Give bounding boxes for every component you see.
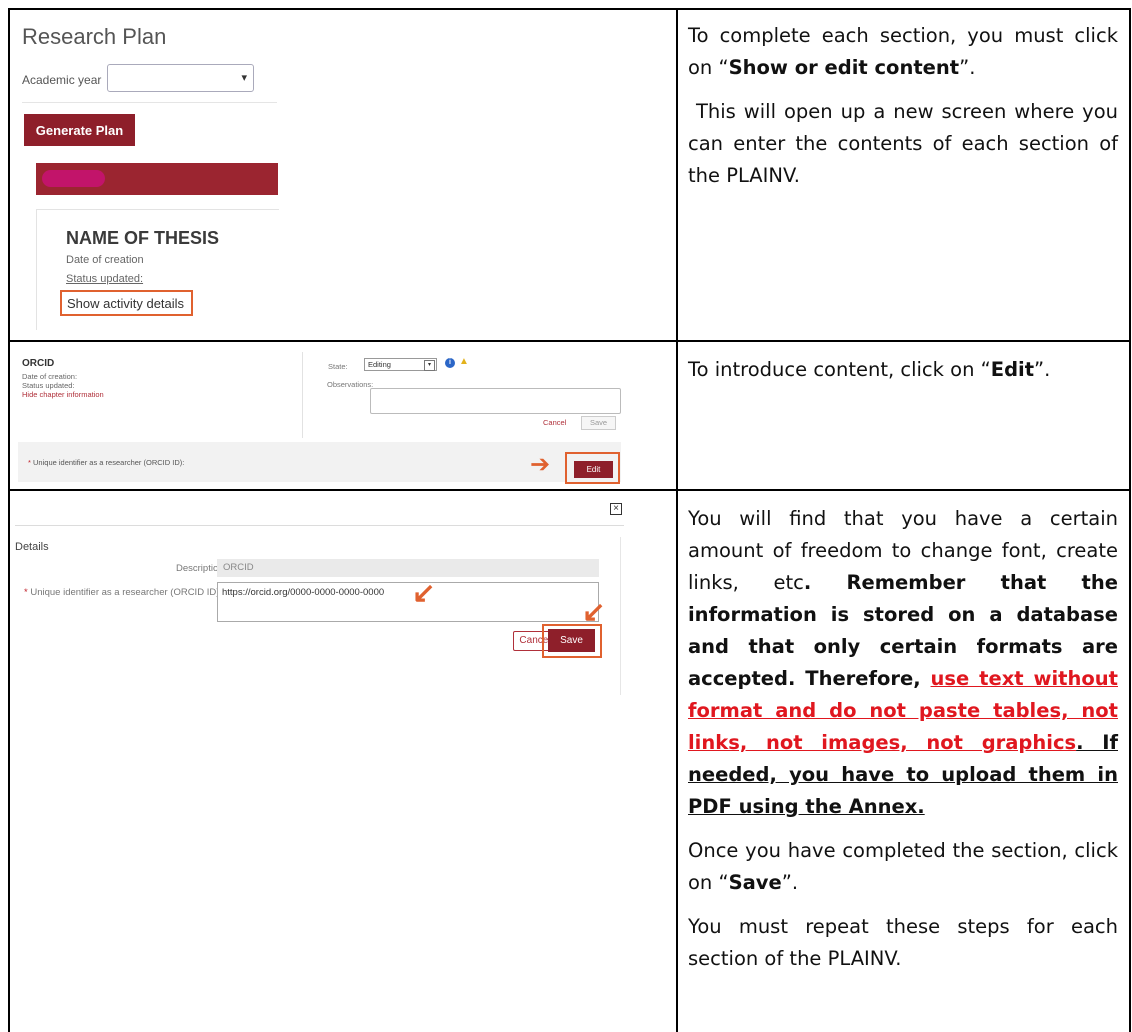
table-row-divider xyxy=(8,489,1131,491)
info-icon[interactable]: i xyxy=(445,358,455,368)
close-icon[interactable]: × xyxy=(610,503,622,515)
table-column-divider xyxy=(676,8,678,1032)
academic-year-select[interactable]: ▾ xyxy=(107,64,254,92)
row1-instructions: To complete each section, you must click… xyxy=(688,20,1118,192)
instruction-paragraph: You must repeat these steps for each sec… xyxy=(688,915,1118,970)
details-heading: Details xyxy=(15,541,49,553)
state-label: State: xyxy=(328,362,348,371)
observations-label: Observations: xyxy=(327,380,374,389)
chevron-down-icon: ▾ xyxy=(241,72,247,84)
thesis-name: NAME OF THESIS xyxy=(66,228,220,248)
arrow-down-left-icon: ↙ xyxy=(412,577,436,608)
status-updated: Status updated: xyxy=(66,273,144,285)
chevron-down-icon: ▾ xyxy=(424,360,435,371)
orcid-input-value: https://orcid.org/0000-0000-0000-0000 xyxy=(222,587,385,598)
instruction-paragraph: This will open up a new screen where you… xyxy=(688,100,1118,187)
table-border-left xyxy=(8,8,10,1032)
warning-icon: ▲ xyxy=(459,356,469,367)
cancel-button[interactable]: Cancel xyxy=(543,418,566,427)
arrow-right-icon: ➔ xyxy=(530,451,551,478)
page-title: Research Plan xyxy=(22,24,167,49)
academic-year-label: Academic year xyxy=(22,73,102,87)
description-field: ORCID xyxy=(217,559,599,577)
state-select[interactable]: Editing ▾ xyxy=(364,358,437,371)
section-title: ORCID xyxy=(22,358,55,369)
instruction-paragraph: You will find that you have a certain am… xyxy=(688,507,1118,818)
instruction-paragraph: To complete each section, you must click… xyxy=(688,24,1118,79)
date-of-creation: Date of creation: xyxy=(22,372,78,381)
date-of-creation: Date of creation xyxy=(66,254,144,266)
save-button[interactable]: Save xyxy=(548,629,595,652)
unique-identifier-label: * Unique identifier as a researcher (ORC… xyxy=(24,587,220,598)
hide-chapter-information-link[interactable]: Hide chapter information xyxy=(22,390,104,399)
row2-instructions: To introduce content, click on “Edit”. xyxy=(688,354,1118,386)
show-activity-details-link[interactable]: Show activity details xyxy=(60,290,193,316)
arrow-down-left-icon: ↙ xyxy=(582,596,606,627)
generate-plan-button[interactable]: Generate Plan xyxy=(24,114,135,146)
edit-button[interactable]: Edit xyxy=(574,461,613,478)
instruction-paragraph: Once you have completed the section, cli… xyxy=(688,839,1118,894)
status-updated: Status updated: xyxy=(22,381,75,390)
divider xyxy=(15,525,624,526)
redacted-name-pill xyxy=(42,170,105,187)
instruction-paragraph: To introduce content, click on “Edit”. xyxy=(688,358,1051,381)
divider xyxy=(22,102,277,103)
divider xyxy=(302,352,303,438)
divider xyxy=(620,537,621,695)
table-row-divider xyxy=(8,340,1131,342)
table-border-top xyxy=(8,8,1131,10)
table-border-right xyxy=(1129,8,1131,1032)
save-button[interactable]: Save xyxy=(581,416,616,430)
unique-identifier-label: * Unique identifier as a researcher (ORC… xyxy=(28,458,185,467)
row3-instructions: You will find that you have a certain am… xyxy=(688,503,1118,975)
observations-textarea[interactable] xyxy=(370,388,621,414)
